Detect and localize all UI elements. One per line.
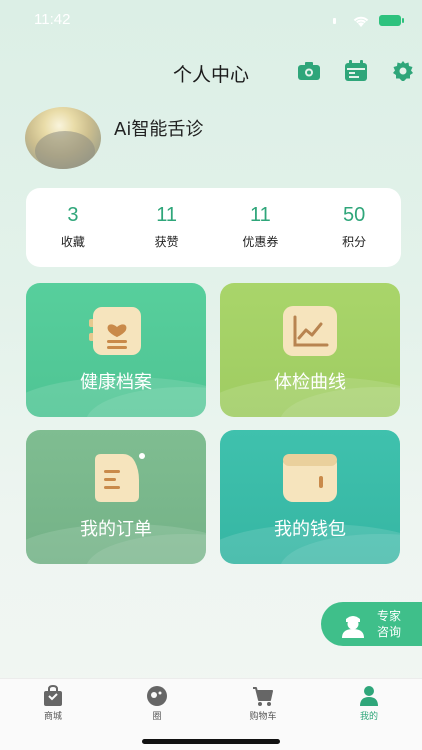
tab-label: 购物车: [249, 712, 277, 722]
stat-value: 11: [156, 204, 177, 226]
stat-label: 积分: [342, 235, 367, 249]
stats-panel: 3 收藏 11 获赞 11 优惠券 50 积分: [26, 188, 401, 267]
calendar-icon[interactable]: [344, 60, 368, 82]
username: Ai智能舌诊: [114, 119, 204, 140]
tab-shop[interactable]: 商城: [23, 685, 83, 722]
card-label: 健康档案: [80, 372, 152, 393]
consult-label-line2: 咨询: [377, 625, 402, 639]
user-icon: [339, 685, 399, 707]
doctor-icon: [339, 610, 367, 638]
my-orders-card[interactable]: 我的订单: [26, 430, 206, 564]
camera-icon[interactable]: [297, 60, 321, 82]
consult-label-line1: 专家: [377, 609, 402, 623]
home-indicator: [142, 739, 280, 744]
stat-favorites[interactable]: 3 收藏: [26, 188, 120, 267]
tab-circle[interactable]: 圈: [127, 685, 187, 722]
wifi-icon: [352, 13, 370, 32]
tab-mine[interactable]: 我的: [339, 685, 399, 722]
my-wallet-card[interactable]: 我的钱包: [220, 430, 400, 564]
stat-label: 获赞: [154, 235, 179, 249]
expert-consult-button[interactable]: 专家 咨询: [321, 602, 422, 646]
health-record-icon: [87, 305, 145, 357]
stat-value: 11: [249, 204, 271, 226]
tab-label: 圈: [152, 712, 162, 722]
card-label: 我的钱包: [274, 519, 346, 540]
battery-icon: [379, 15, 404, 26]
stat-coupons[interactable]: 11 优惠券: [214, 188, 308, 267]
tab-cart[interactable]: 购物车: [233, 685, 293, 722]
stat-points[interactable]: 50 积分: [307, 188, 401, 267]
stat-value: 50: [343, 204, 366, 226]
avatar[interactable]: [25, 107, 101, 169]
signal-icon: [333, 18, 336, 24]
stat-likes[interactable]: 11 获赞: [120, 188, 214, 267]
status-bar: 11:42: [0, 0, 422, 40]
health-record-card[interactable]: 健康档案: [26, 283, 206, 417]
stat-label: 收藏: [60, 235, 85, 249]
card-label: 体检曲线: [274, 372, 346, 393]
status-time: 11:42: [34, 11, 71, 28]
cart-icon: [233, 685, 293, 707]
gear-icon[interactable]: [391, 60, 415, 82]
tab-label: 商城: [43, 712, 62, 722]
card-label: 我的订单: [80, 519, 152, 540]
order-icon: [87, 452, 145, 504]
circle-icon: [127, 685, 187, 707]
wallet-icon: [281, 452, 339, 504]
checkup-curve-card[interactable]: 体检曲线: [220, 283, 400, 417]
stat-label: 优惠券: [242, 235, 279, 249]
chart-curve-icon: [281, 305, 339, 357]
shop-bag-icon: [23, 685, 83, 707]
tab-label: 我的: [359, 712, 378, 722]
stat-value: 3: [67, 204, 79, 226]
